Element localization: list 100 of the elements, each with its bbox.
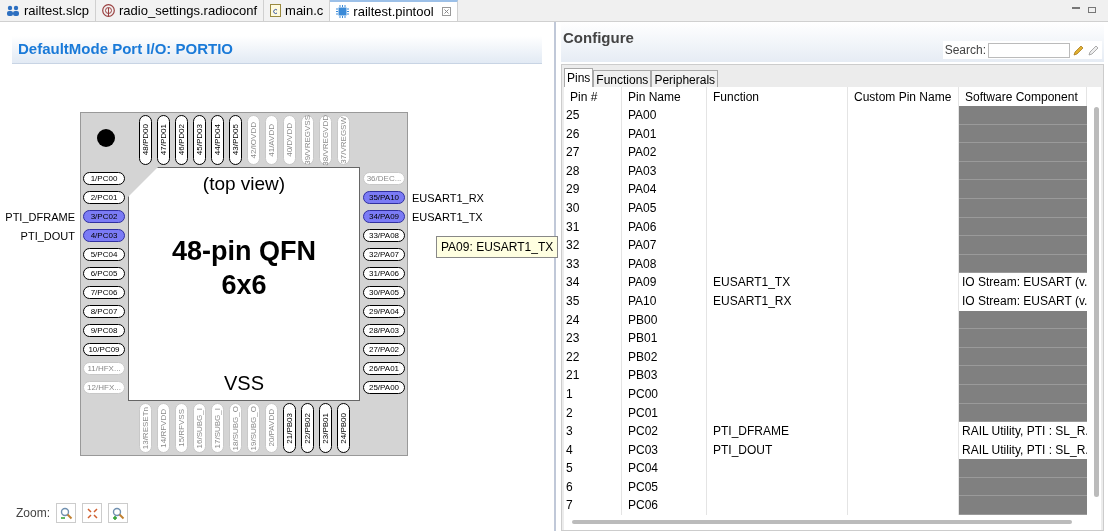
- pin-pad[interactable]: 48/PD00: [139, 115, 152, 165]
- pin-pad[interactable]: 9/PC08: [83, 324, 125, 337]
- panel-tab[interactable]: Functions: [593, 70, 652, 87]
- table-cell: PA02: [622, 143, 707, 162]
- pin-pad[interactable]: 31/PA06: [363, 267, 405, 280]
- pin-pad[interactable]: 8/PC07: [83, 305, 125, 318]
- zoom-label: Zoom:: [16, 505, 50, 522]
- table-cell: 24: [564, 310, 622, 330]
- signal-label: PTI_DFRAME: [5, 210, 75, 225]
- pin-pad[interactable]: 35/PA10: [363, 191, 405, 204]
- table-cell: 34: [564, 273, 622, 292]
- table-cell: 2: [564, 403, 622, 423]
- pin-pad[interactable]: 27/PA02: [363, 343, 405, 356]
- pin-pad[interactable]: 1/PC00: [83, 172, 125, 185]
- table-cell: PB02: [622, 347, 707, 367]
- signal-label: EUSART1_RX: [412, 191, 484, 206]
- table-cell: 21: [564, 366, 622, 385]
- panel-tab[interactable]: Peripherals: [651, 70, 719, 87]
- horizontal-scrollbar[interactable]: [572, 520, 1072, 524]
- zoom-out-button[interactable]: [56, 503, 76, 523]
- pin-pad[interactable]: 6/PC05: [83, 267, 125, 280]
- pin-pad[interactable]: 43/PD05: [229, 115, 242, 165]
- table-cell: 3: [564, 422, 622, 441]
- vertical-scrollbar[interactable]: [1094, 107, 1099, 497]
- search-field[interactable]: [988, 42, 1070, 58]
- table-cell: PA03: [622, 161, 707, 181]
- pin-pad[interactable]: 29/PA04: [363, 305, 405, 318]
- pencil-icon[interactable]: [1072, 43, 1085, 57]
- table-cell: 32: [564, 236, 622, 255]
- pin-pad[interactable]: 2/PC01: [83, 191, 125, 204]
- size-label: 6x6: [221, 268, 267, 302]
- table-cell: PA01: [622, 124, 707, 144]
- pin-pad[interactable]: 32/PA07: [363, 248, 405, 261]
- close-icon[interactable]: [441, 7, 451, 16]
- pin-pad[interactable]: 4/PC03: [83, 229, 125, 242]
- vss-label: VSS: [224, 371, 264, 396]
- table-cell: PB00: [622, 310, 707, 330]
- pin-pad[interactable]: 3/PC02: [83, 210, 125, 223]
- table-cell: PA07: [622, 236, 707, 255]
- pin-pad[interactable]: 46/PD02: [175, 115, 188, 165]
- pin-pad[interactable]: 22/PB02: [301, 403, 314, 453]
- pin-pad[interactable]: 47/PD01: [157, 115, 170, 165]
- table-cell: 23: [564, 329, 622, 348]
- table-cell: PC00: [622, 384, 707, 404]
- tooltip: PA09: EUSART1_TX: [436, 236, 559, 258]
- table-cell: 6: [564, 477, 622, 497]
- table-cell: 5: [564, 459, 622, 478]
- panel-tab[interactable]: Pins: [564, 68, 594, 87]
- table-cell: EUSART1_RX: [707, 291, 848, 311]
- chip-icon: [336, 5, 350, 18]
- pin-pad[interactable]: 33/PA08: [363, 229, 405, 242]
- table-cell: 29: [564, 180, 622, 199]
- table-cell: 1: [564, 384, 622, 404]
- pin-pad[interactable]: 28/PA03: [363, 324, 405, 337]
- table-cell: PA10: [622, 291, 707, 311]
- pin-pad[interactable]: 24/PB00: [337, 403, 350, 453]
- pin-pad[interactable]: 10/PC09: [83, 343, 125, 356]
- pin-pad[interactable]: 25/PA00: [363, 381, 405, 394]
- pin-pad[interactable]: 7/PC06: [83, 286, 125, 299]
- table-cell: PTI_DOUT: [707, 440, 848, 460]
- zoom-out-icon: [59, 506, 73, 520]
- radio-icon: [102, 4, 116, 17]
- pin-pad[interactable]: 45/PD03: [193, 115, 206, 165]
- table-cell: 25: [564, 106, 622, 125]
- editor-tab[interactable]: railtest.pintool: [330, 0, 458, 21]
- table-cell: 27: [564, 143, 622, 162]
- table-cell: PA09: [622, 273, 707, 292]
- column-header[interactable]: Custom Pin Name: [848, 87, 959, 106]
- pin-pad[interactable]: 23/PB01: [319, 403, 332, 453]
- panel-title: DefaultMode Port I/O: PORTIO: [18, 39, 233, 60]
- table-cell: PC05: [622, 477, 707, 497]
- pin-pad[interactable]: 30/PA05: [363, 286, 405, 299]
- column-header[interactable]: Pin Name: [622, 87, 707, 106]
- signal-label: PTI_DOUT: [20, 229, 75, 244]
- search-label: Search:: [944, 42, 986, 59]
- c-file-icon: [270, 4, 282, 17]
- pin-pad[interactable]: 21/PB03: [283, 403, 296, 453]
- table-cell: 33: [564, 254, 622, 274]
- panel-title: Configure: [563, 27, 634, 48]
- table-cell: PC01: [622, 403, 707, 423]
- table-cell: PA00: [622, 106, 707, 125]
- fit-button[interactable]: [82, 503, 102, 523]
- pin-pad[interactable]: 5/PC04: [83, 248, 125, 261]
- column-header[interactable]: Pin #: [564, 87, 622, 106]
- maximize-icon[interactable]: [1088, 7, 1096, 13]
- pin-pad[interactable]: 34/PA09: [363, 210, 405, 223]
- pin-pad[interactable]: 26/PA01: [363, 362, 405, 375]
- table-cell: PA08: [622, 254, 707, 274]
- table-cell: 7: [564, 496, 622, 516]
- zoom-in-button[interactable]: [108, 503, 128, 523]
- table-cell: 26: [564, 124, 622, 144]
- table-cell: 30: [564, 198, 622, 218]
- table-cell: PTI_DFRAME: [707, 422, 848, 441]
- expand-icon: [86, 507, 98, 519]
- table-cell: PB01: [622, 329, 707, 348]
- package-label: 48-pin QFN: [172, 234, 316, 267]
- pin-pad[interactable]: 44/PD04: [211, 115, 224, 165]
- column-header[interactable]: Function: [707, 87, 848, 106]
- table-cell: PA04: [622, 180, 707, 199]
- table-cell: PC04: [622, 459, 707, 478]
